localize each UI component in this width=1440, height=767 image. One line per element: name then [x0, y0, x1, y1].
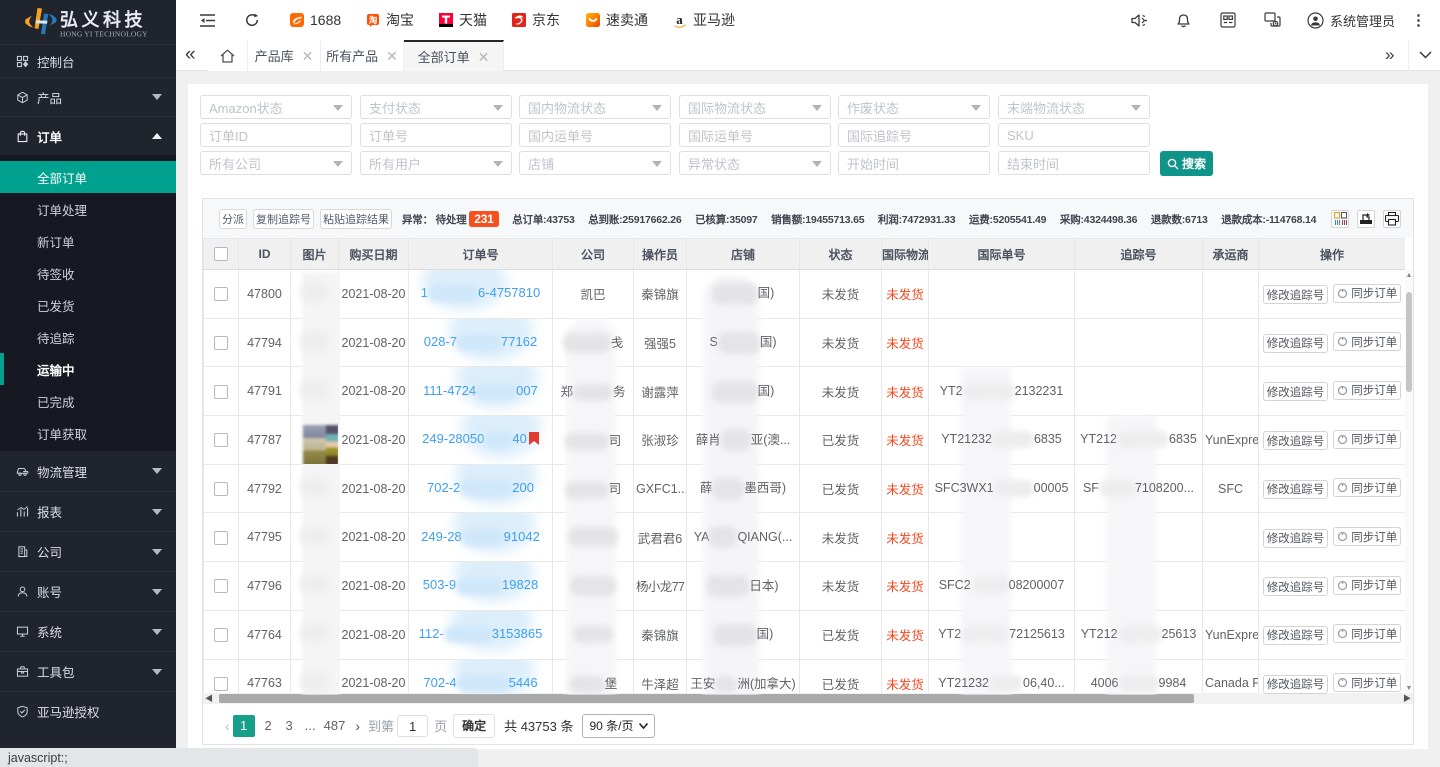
svg-text:HONG YI TECHNOLOGY: HONG YI TECHNOLOGY [60, 30, 148, 39]
svg-text:淘: 淘 [369, 15, 378, 25]
svg-text:a: a [676, 13, 683, 27]
svg-text:弘义科技: 弘义科技 [60, 9, 146, 30]
